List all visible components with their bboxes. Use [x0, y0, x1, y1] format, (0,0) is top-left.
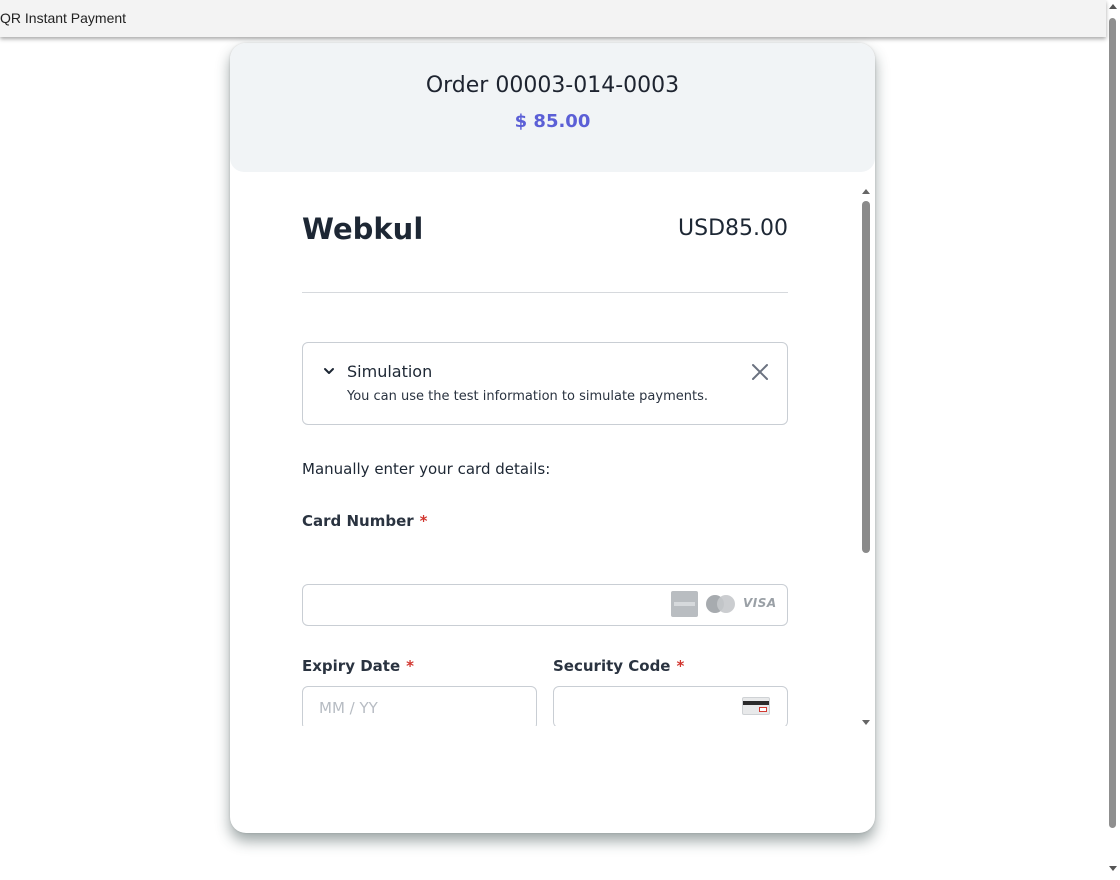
security-code-label-text: Security Code: [553, 657, 671, 675]
page-scrollbar[interactable]: [1106, 0, 1120, 880]
order-header: Order 00003-014-0003 $ 85.00: [230, 43, 875, 172]
merchant-name: Webkul: [302, 212, 424, 246]
frame-scrollbar[interactable]: [860, 186, 872, 726]
order-title: Order 00003-014-0003: [425, 73, 680, 98]
required-mark: *: [676, 657, 685, 675]
window-title-bar: QR Instant Payment: [0, 0, 1106, 37]
window-title: QR Instant Payment: [0, 10, 127, 26]
expiry-date-input[interactable]: [302, 686, 537, 726]
card-number-field: VISA: [302, 584, 788, 626]
mastercard-icon: [706, 595, 736, 613]
scroll-up-arrow-icon[interactable]: [1109, 4, 1117, 9]
manual-entry-label: Manually enter your card details:: [302, 460, 551, 478]
frame-scroll-down-icon[interactable]: [862, 720, 870, 725]
payment-total: USD85.00: [678, 216, 788, 241]
payment-card: Order 00003-014-0003 $ 85.00 Webkul USD8…: [230, 43, 875, 833]
card-number-label: Card Number *: [302, 512, 428, 530]
expiry-date-label-text: Expiry Date: [302, 657, 401, 675]
order-amount: $ 85.00: [514, 111, 591, 132]
security-code-label: Security Code *: [553, 657, 684, 675]
frame-scroll-up-icon[interactable]: [862, 189, 870, 194]
amex-icon: [671, 591, 698, 617]
expiry-date-label: Expiry Date *: [302, 657, 414, 675]
visa-icon: VISA: [743, 596, 777, 610]
close-icon[interactable]: [751, 363, 769, 381]
required-mark: *: [406, 657, 414, 675]
page-scrollbar-thumb[interactable]: [1109, 18, 1116, 828]
simulation-notice: Simulation You can use the test informat…: [302, 342, 788, 425]
scroll-down-arrow-icon[interactable]: [1109, 866, 1117, 871]
card-number-label-text: Card Number: [302, 512, 414, 530]
divider: [302, 292, 788, 293]
security-code-field: [553, 686, 788, 726]
chevron-down-icon[interactable]: [323, 365, 335, 377]
simulation-description: You can use the test information to simu…: [347, 389, 708, 404]
cvc-card-icon: [742, 697, 770, 715]
frame-scrollbar-thumb[interactable]: [862, 201, 870, 553]
required-mark: *: [419, 512, 428, 530]
simulation-title[interactable]: Simulation: [347, 362, 432, 381]
payment-frame: Webkul USD85.00 Simulation You can use t…: [230, 186, 875, 726]
